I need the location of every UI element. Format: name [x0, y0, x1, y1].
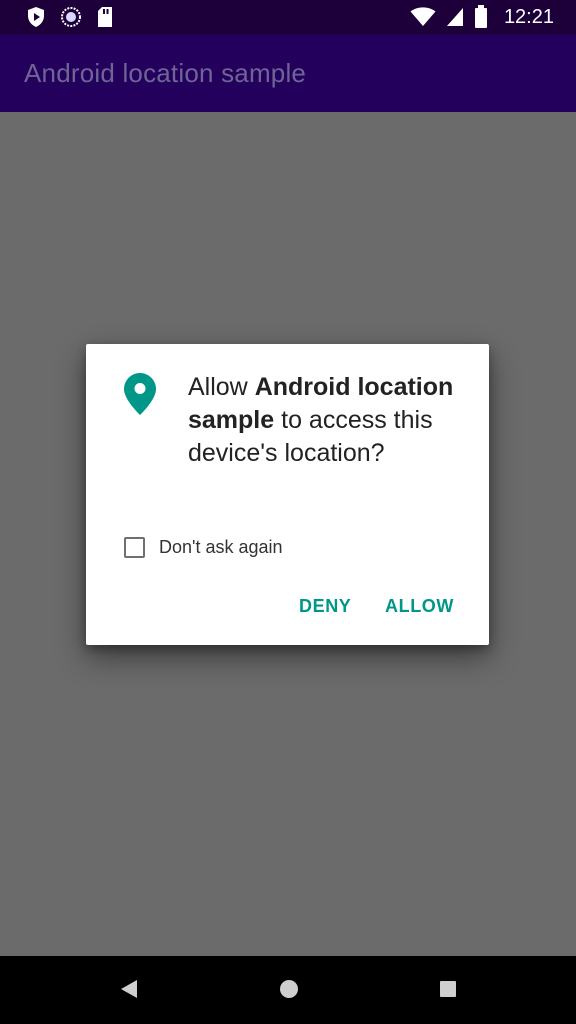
- dont-ask-again-label: Don't ask again: [159, 537, 283, 557]
- status-bar: 12:21: [0, 0, 576, 34]
- sd-card-icon: [96, 6, 114, 28]
- home-icon[interactable]: [278, 978, 300, 1005]
- battery-icon: [474, 5, 488, 29]
- app-title: Android location sample: [24, 58, 307, 88]
- allow-button[interactable]: ALLOW: [385, 596, 454, 617]
- shield-play-icon: [26, 6, 46, 28]
- sync-circle-icon: [60, 6, 82, 28]
- message-prefix: Allow: [188, 373, 255, 401]
- dont-ask-again-checkbox[interactable]: [124, 537, 145, 558]
- permission-message: Allow Android location sample to access …: [188, 371, 468, 470]
- signal-icon: [446, 7, 464, 27]
- navigation-bar: [0, 956, 576, 1024]
- back-icon[interactable]: [119, 978, 139, 1005]
- app-bar: Android location sample: [0, 34, 576, 112]
- location-pin-icon: [123, 372, 157, 416]
- dont-ask-again-option[interactable]: Don't ask again: [124, 537, 283, 558]
- status-clock: 12:21: [503, 5, 554, 28]
- recents-icon[interactable]: [438, 978, 458, 1005]
- deny-button[interactable]: DENY: [299, 596, 351, 617]
- wifi-icon: [410, 7, 436, 27]
- permission-dialog: Allow Android location sample to access …: [86, 344, 489, 645]
